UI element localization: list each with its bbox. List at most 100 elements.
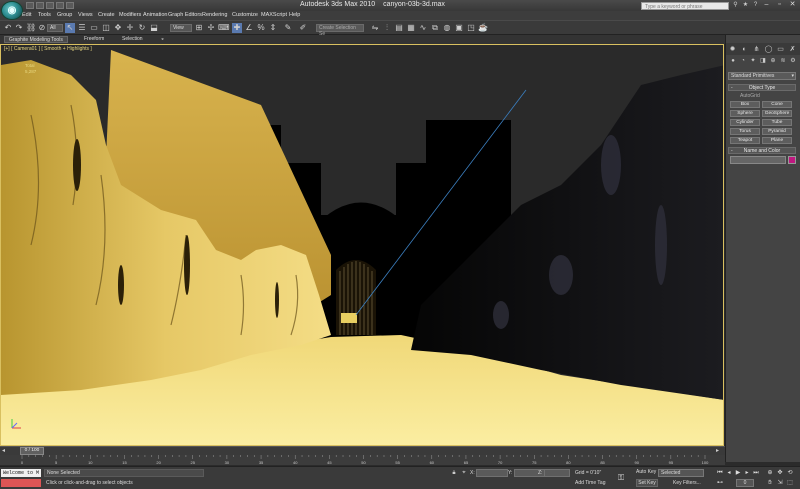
edit-named-selection-icon[interactable]: ✐ <box>298 23 308 33</box>
cone-button[interactable]: Cone <box>762 101 792 108</box>
go-to-start-icon[interactable]: ⏮ <box>716 469 724 477</box>
teapot-button[interactable]: Teapot <box>730 137 760 144</box>
plane-button[interactable]: Plane <box>762 137 792 144</box>
pan-view-icon[interactable]: ✋︎ <box>766 479 774 487</box>
lock-selection-icon[interactable]: 🔒︎ <box>450 469 458 477</box>
undo-icon[interactable] <box>56 2 64 9</box>
schematic-view-icon[interactable]: ⧉ <box>430 23 440 33</box>
object-category-dropdown[interactable]: Standard Primitives ▾ <box>728 72 796 80</box>
spinner-snap-icon[interactable]: ⇕ <box>268 23 278 33</box>
ribbon-minimize-icon[interactable]: ◒ <box>157 36 168 43</box>
maximize-icon[interactable]: ▫ <box>773 0 786 10</box>
undo-icon[interactable]: ↶ <box>3 23 13 33</box>
name-and-color-rollout[interactable]: - Name and Color <box>728 147 796 154</box>
menu-modifiers[interactable]: Modifiers <box>119 12 141 18</box>
save-file-icon[interactable] <box>46 2 54 9</box>
named-selection-icon[interactable]: ✎ <box>283 23 293 33</box>
menu-rendering[interactable]: Rendering <box>202 12 227 18</box>
key-filters-button[interactable]: Key Filters... <box>673 480 701 486</box>
orbit-icon[interactable]: ⟲ <box>786 469 794 477</box>
maxscript-output[interactable] <box>1 479 41 487</box>
time-slider-knob[interactable]: 0 / 100 <box>20 447 44 455</box>
rectangle-select-icon[interactable]: ▭ <box>89 23 99 33</box>
select-by-name-icon[interactable]: ☰ <box>77 23 87 33</box>
select-and-link-icon[interactable]: ⛓ <box>26 23 36 33</box>
tube-button[interactable]: Tube <box>762 119 792 126</box>
object-name-input[interactable] <box>730 156 786 164</box>
go-to-end-icon[interactable]: ⏭ <box>752 469 760 477</box>
redo-icon[interactable]: ↷ <box>14 23 24 33</box>
unlink-icon[interactable]: ⊘ <box>37 23 47 33</box>
pyramid-button[interactable]: Pyramid <box>762 128 792 135</box>
utilities-tab-icon[interactable]: ✗ <box>788 45 797 54</box>
help-icon[interactable]: ? <box>752 2 759 9</box>
select-object-icon[interactable]: ↖ <box>65 23 75 33</box>
search-icon[interactable]: ⚲ <box>732 2 739 9</box>
geosphere-button[interactable]: GeoSphere <box>762 110 792 117</box>
time-slider[interactable]: ◂ 0 / 100 ▸ <box>0 446 725 455</box>
x-coordinate-input[interactable] <box>476 469 508 477</box>
walkthrough-icon[interactable]: ⇲ <box>776 479 784 487</box>
select-and-rotate-icon[interactable]: ↻ <box>137 23 147 33</box>
menu-edit[interactable]: Edit <box>22 12 31 18</box>
add-time-tag-button[interactable]: Add Time Tag <box>575 480 605 486</box>
tab-selection[interactable]: Selection <box>118 36 147 43</box>
shapes-icon[interactable]: ◔ <box>739 57 747 65</box>
absolute-mode-icon[interactable]: ⌖ <box>460 469 468 477</box>
percent-snap-icon[interactable]: % <box>256 23 266 33</box>
tab-graphite-modeling-tools[interactable]: Graphite Modeling Tools <box>4 36 68 43</box>
maximize-viewport-icon[interactable]: ⬚ <box>786 479 794 487</box>
time-slider-next-icon[interactable]: ▸ <box>716 447 719 454</box>
layer-manager-icon[interactable]: ▤ <box>394 23 404 33</box>
named-selection-sets-dropdown[interactable]: Create Selection Se <box>316 24 364 37</box>
menu-customize[interactable]: Customize <box>232 12 258 18</box>
menu-help[interactable]: Help <box>289 12 300 18</box>
systems-icon[interactable]: ⚙ <box>789 57 797 65</box>
zoom-extents-icon[interactable]: ⊕ <box>766 469 774 477</box>
align-icon[interactable]: ⫶ <box>382 23 392 33</box>
box-button[interactable]: Box <box>730 101 760 108</box>
menu-views[interactable]: Views <box>78 12 93 18</box>
redo-icon[interactable] <box>66 2 74 9</box>
object-type-rollout[interactable]: - Object Type <box>728 84 796 91</box>
menu-maxscript[interactable]: MAXScript <box>261 12 287 18</box>
key-selection-dropdown[interactable]: Selected <box>658 469 704 477</box>
application-menu-button[interactable]: ◉ <box>1 1 23 20</box>
pivot-center-icon[interactable]: ⊞ <box>194 23 204 33</box>
curve-editor-icon[interactable]: ∿ <box>418 23 428 33</box>
snaps-toggle-icon[interactable]: ✚ <box>232 23 242 33</box>
motion-tab-icon[interactable]: ◯ <box>764 45 773 54</box>
angle-snap-icon[interactable]: ∠ <box>244 23 254 33</box>
select-and-move-icon[interactable]: ✥ <box>113 23 123 33</box>
new-file-icon[interactable] <box>26 2 34 9</box>
display-tab-icon[interactable]: ▭ <box>776 45 785 54</box>
geometry-icon[interactable]: ● <box>729 57 737 65</box>
selection-filter-dropdown[interactable]: All <box>47 24 63 32</box>
cameras-icon[interactable]: ◨ <box>759 57 767 65</box>
menu-tools[interactable]: Tools <box>38 12 51 18</box>
cylinder-button[interactable]: Cylinder <box>730 119 760 126</box>
current-frame-input[interactable]: 0 <box>736 479 754 487</box>
object-color-swatch[interactable] <box>788 156 796 164</box>
set-key-button[interactable]: Set Key <box>636 479 658 487</box>
rendered-frame-icon[interactable]: ◳ <box>466 23 476 33</box>
set-key-icon[interactable]: ⚿ <box>618 473 632 483</box>
select-and-scale-icon[interactable]: ⬓ <box>149 23 159 33</box>
auto-key-button[interactable]: Auto Key <box>636 469 656 475</box>
play-icon[interactable]: ▶ <box>734 469 742 477</box>
keyboard-shortcut-icon[interactable]: ⌨ <box>218 23 230 33</box>
helpers-icon[interactable]: ⊕ <box>769 57 777 65</box>
z-coordinate-input[interactable] <box>544 469 570 477</box>
lights-icon[interactable]: ✦ <box>749 57 757 65</box>
viewport-label[interactable]: [+] [ Camera01 ] [ Smooth + Highlights ] <box>4 46 92 52</box>
open-file-icon[interactable] <box>36 2 44 9</box>
previous-frame-icon[interactable]: ◂ <box>725 469 733 477</box>
create-tab-icon[interactable]: ✹ <box>728 45 737 54</box>
tab-freeform[interactable]: Freeform <box>80 36 108 43</box>
menu-graph-editors[interactable]: Graph Editors <box>168 12 202 18</box>
render-production-icon[interactable]: ☕ <box>478 23 488 33</box>
material-editor-icon[interactable]: ◍ <box>442 23 452 33</box>
sphere-button[interactable]: Sphere <box>730 110 760 117</box>
track-bar[interactable]: 0 5 10 15 20 25 30 35 40 45 50 55 60 65 70 75 80 85 90 95 10… <box>0 455 725 465</box>
subscription-icon[interactable]: ★ <box>742 2 749 9</box>
